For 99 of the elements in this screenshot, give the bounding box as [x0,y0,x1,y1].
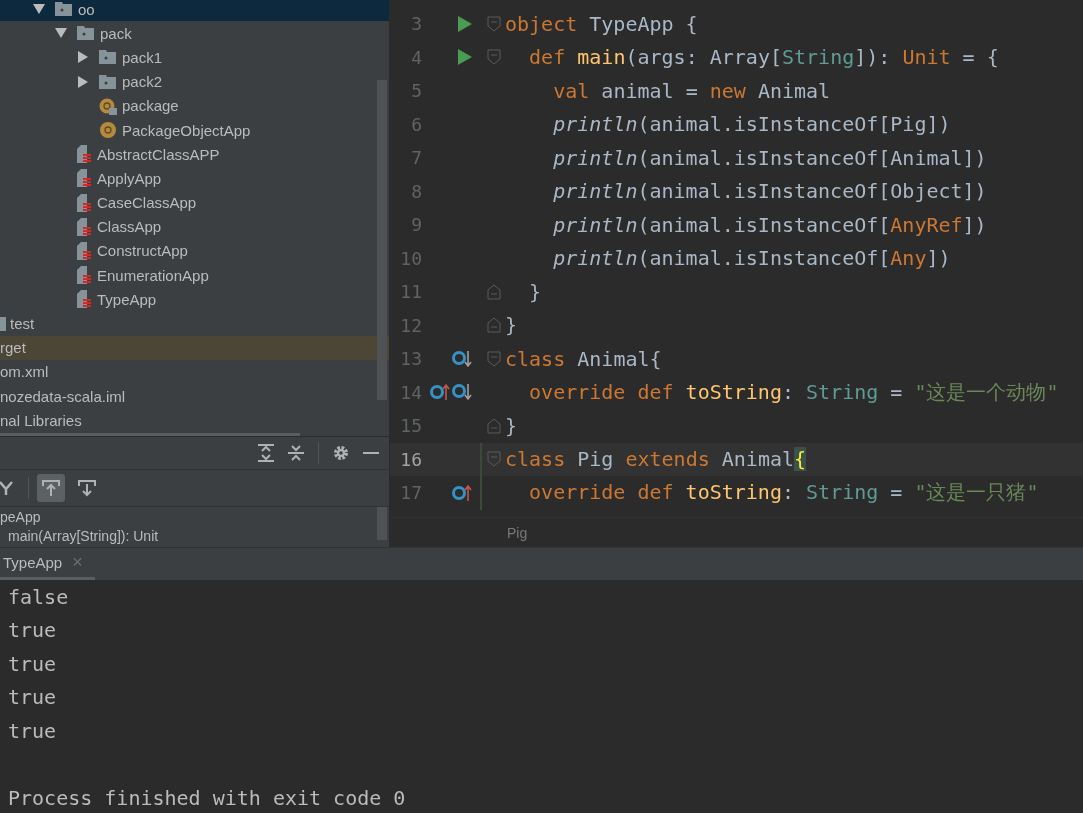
folder-icon [99,50,116,65]
tree-item[interactable]: test [0,311,389,336]
tree-item[interactable]: nozedata-scala.iml [0,384,389,409]
run-icon[interactable] [458,49,472,66]
scala-file-icon [77,169,93,188]
code-line: val animal = new Animal [552,78,831,103]
circle-up-arrow-icon[interactable] [452,483,472,502]
tree-item[interactable]: ApplyApp [0,166,389,191]
fold-marker-icon[interactable] [486,283,501,300]
line-number: 10 [399,247,423,269]
tree-item[interactable]: CaseClassApp [0,190,389,215]
package-object-icon [99,96,117,115]
collapse-all-icon[interactable] [288,444,304,462]
line-number: 13 [399,348,423,370]
breadcrumb[interactable]: Pig [507,524,528,541]
tree-item[interactable]: ClassApp [0,214,389,239]
code-line: println(animal.isInstanceOf[Animal]) [552,145,987,170]
tree-item[interactable]: om.xml [0,359,389,384]
code-line: println(animal.isInstanceOf[AnyRef]) [552,212,987,237]
code-line: object TypeApp { [505,11,698,36]
folder-icon [99,74,116,89]
fold-marker-icon[interactable] [486,15,501,32]
expanded-arrow-icon[interactable] [33,3,45,16]
circle-up-arrow-icon[interactable] [430,383,450,402]
code-line: println(animal.isInstanceOf[Object]) [552,179,987,204]
code-line: } [505,413,518,438]
minimize-icon[interactable] [363,451,379,455]
code-line: def main(args: Array[String]): Unit = { [528,45,999,70]
scrollbar[interactable] [377,80,387,400]
console-output: false [8,583,70,611]
tree-item[interactable]: pack1 [0,45,389,70]
folder-icon [0,316,6,331]
circle-down-arrow-icon[interactable] [452,383,472,402]
tree-item[interactable]: pack [0,21,389,46]
scala-file-icon [77,266,93,285]
code-line: override def toString: String = "这是一个动物" [528,378,1059,406]
scala-file-icon [77,241,93,260]
line-number: 17 [399,482,423,504]
console-output: true [8,684,58,712]
line-number: 8 [410,180,423,202]
tree-item[interactable]: ConstructApp [0,238,389,264]
structure-item[interactable]: peApp [0,507,389,526]
run-tab[interactable]: TypeApp × [0,548,95,580]
scala-file-icon [77,145,93,164]
process-exit-message: Process finished with exit code 0 [8,784,407,812]
fold-marker-icon[interactable] [486,350,501,367]
tree-item[interactable]: package [0,93,389,118]
line-number: 3 [410,13,423,35]
code-line: } [528,279,542,304]
line-number: 4 [410,46,423,68]
line-number: 5 [410,80,423,102]
console-output: true [8,617,58,645]
line-number: 15 [399,415,423,437]
console-output: true [8,650,58,678]
branch-icon[interactable] [0,480,13,496]
tree-item[interactable]: TypeApp [0,287,389,312]
line-number: 16 [399,448,423,470]
scala-file-icon [77,217,93,236]
line-number: 14 [399,381,423,403]
toolbar-button[interactable] [37,474,65,502]
code-line: println(animal.isInstanceOf[Pig]) [552,112,951,137]
tree-item[interactable]: pack2 [0,69,389,94]
tree-item[interactable]: AbstractClassAPP [0,142,389,167]
object-icon [99,121,117,140]
structure-item[interactable]: main(Array[String]): Unit [0,526,389,545]
run-icon[interactable] [458,15,472,32]
fold-marker-icon[interactable] [486,451,501,468]
fold-marker-icon[interactable] [486,49,501,66]
line-number: 7 [410,147,423,169]
collapsed-arrow-icon[interactable] [77,75,89,88]
folder-icon [77,26,94,41]
code-line: class Animal{ [505,346,662,371]
expanded-arrow-icon[interactable] [55,27,67,40]
code-line: println(animal.isInstanceOf[Any]) [552,246,951,271]
collapsed-arrow-icon[interactable] [77,51,89,64]
fold-marker-icon[interactable] [486,417,501,434]
tree-item[interactable]: nal Libraries [0,408,389,433]
tree-item[interactable]: rget [0,335,389,360]
line-number: 12 [399,314,423,336]
tree-item[interactable]: oo [0,0,389,22]
code-line: class Pig extends Animal{ [505,447,807,472]
expand-all-icon[interactable] [258,444,274,462]
circle-down-arrow-icon[interactable] [452,349,472,368]
upload-arrow-icon[interactable] [42,479,60,497]
line-number: 11 [399,281,423,303]
fold-marker-icon[interactable] [486,317,501,334]
line-number: 9 [410,214,423,236]
code-line: } [505,313,518,338]
console-output: true [8,717,58,745]
tree-item[interactable]: PackageObjectApp [0,117,389,143]
scala-file-icon [77,193,93,212]
scala-file-icon [77,290,93,309]
line-number: 6 [410,113,423,135]
tree-item[interactable]: EnumerationApp [0,263,389,288]
folder-icon [55,2,72,17]
code-line: override def toString: String = "这是一只猪" [528,479,1039,507]
settings-icon[interactable] [333,445,349,461]
scrollbar[interactable] [377,507,387,540]
download-arrow-icon[interactable] [78,479,96,497]
